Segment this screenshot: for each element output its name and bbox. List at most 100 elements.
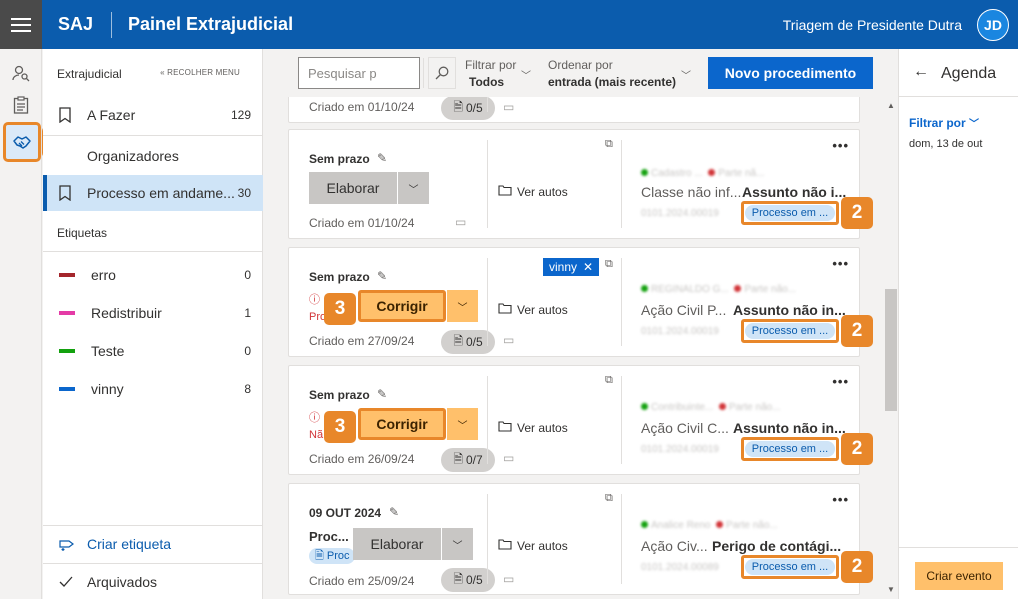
correct-button[interactable]: Corrigir [358, 408, 446, 440]
comment-icon[interactable]: ▭ [503, 100, 514, 114]
procedure-tag-label: Proc [326, 550, 350, 562]
error-text: Nã [309, 429, 324, 441]
more-options-icon[interactable]: ••• [832, 374, 849, 389]
chevron-down-icon: ﹀ [521, 71, 531, 82]
status-label: Processo em ... [745, 205, 835, 221]
tag-label: Redistribuir [91, 305, 162, 321]
process-class: Ação Civil P... [641, 302, 727, 318]
agenda-date: dom, 13 de out [909, 138, 983, 150]
tag-chip-vinny[interactable]: vinny ✕ [543, 258, 600, 276]
deadline-label: Sem prazo [309, 152, 370, 166]
chevron-down-icon[interactable]: ﹀ [441, 528, 473, 560]
tag-label: vinny [91, 381, 124, 397]
new-procedure-button[interactable]: Novo procedimento [708, 57, 873, 89]
agenda-filter-button[interactable]: Filtrar por ﹀ [909, 115, 979, 130]
comment-icon[interactable]: ▭ [503, 451, 514, 465]
tag-color-swatch [59, 387, 75, 391]
status-badge[interactable]: Processo em ... [741, 319, 839, 343]
pencil-icon[interactable]: ✎ [377, 151, 387, 165]
chevron-down-icon[interactable]: ﹀ [397, 172, 429, 204]
sidebar-item-todo[interactable]: A Fazer 129 [43, 98, 263, 132]
more-options-icon[interactable]: ••• [832, 138, 849, 153]
clipboard-icon[interactable] [5, 89, 37, 121]
document-icon: 🗎 [453, 99, 463, 114]
scroll-down-icon[interactable]: ▼ [887, 585, 895, 594]
status-badge[interactable]: Processo em ... [741, 201, 839, 225]
document-icon: 🗎 [453, 333, 463, 348]
user-search-icon[interactable] [5, 57, 37, 89]
chevron-down-icon: ﹀ [969, 119, 980, 130]
scroll-up-icon[interactable]: ▲ [887, 101, 895, 110]
app-title: Painel Extrajudicial [128, 14, 294, 34]
status-badge[interactable]: Processo em ... [741, 437, 839, 461]
create-event-button[interactable]: Criar evento [915, 562, 1003, 590]
created-date: Criado em 01/10/24 [309, 216, 415, 230]
brand-logo[interactable]: SAJ [58, 14, 93, 35]
unit-name[interactable]: Triagem de Presidente Dutra [783, 17, 962, 33]
checkmark-icon [59, 576, 75, 588]
comment-icon[interactable]: ▭ [455, 215, 466, 229]
list-scrollbar[interactable]: ▲ ▼ [884, 97, 898, 599]
chevron-down-icon[interactable]: ﹀ [446, 290, 478, 322]
divider [487, 258, 488, 346]
action-split-button: Elaborar ﹀ [309, 172, 429, 204]
folder-icon [498, 302, 512, 317]
pencil-icon[interactable]: ✎ [377, 387, 387, 401]
view-records-link[interactable]: Ver autos [498, 184, 568, 199]
organizers-heading[interactable]: Organizadores [87, 148, 179, 164]
elaborate-button[interactable]: Elaborar [353, 528, 441, 560]
view-records-link[interactable]: Ver autos [498, 538, 568, 553]
sidebar-tag-redistribuir[interactable]: Redistribuir 1 [43, 296, 263, 330]
divider [621, 140, 622, 228]
divider [43, 135, 263, 136]
sidebar-tag-vinny[interactable]: vinny 8 [43, 372, 263, 406]
handshake-icon[interactable] [3, 122, 41, 162]
view-records-link[interactable]: Ver autos [498, 420, 568, 435]
view-records-link[interactable]: Ver autos [498, 302, 568, 317]
chevron-down-icon[interactable]: ﹀ [446, 408, 478, 440]
calendar-add-icon[interactable]: ⧉ [605, 138, 613, 151]
procedure-card: Criado em 01/10/24 🗎 0/5 ▭ [288, 97, 860, 123]
scroll-thumb[interactable] [885, 289, 897, 411]
elaborate-button[interactable]: Elaborar [309, 172, 397, 204]
pencil-icon[interactable]: ✎ [389, 505, 399, 519]
agenda-title: Agenda [941, 65, 997, 82]
create-tag-button[interactable]: Criar etiqueta [43, 527, 263, 561]
avatar[interactable]: JD [977, 9, 1009, 41]
sidebar-tag-teste[interactable]: Teste 0 [43, 334, 263, 368]
pencil-icon[interactable]: ✎ [377, 269, 387, 283]
calendar-add-icon[interactable]: ⧉ [605, 374, 613, 387]
created-date: Criado em 01/10/24 [309, 100, 415, 114]
collapse-menu-button[interactable]: « RECOLHER MENU [160, 68, 240, 77]
divider [621, 376, 622, 464]
brand-divider [111, 12, 112, 38]
documents-count: 0/5 [465, 101, 483, 115]
more-options-icon[interactable]: ••• [832, 256, 849, 271]
comment-icon[interactable]: ▭ [503, 572, 514, 586]
arrow-left-icon[interactable]: ← [913, 63, 929, 81]
close-icon[interactable]: ✕ [583, 260, 593, 274]
calendar-add-icon[interactable]: ⧉ [605, 258, 613, 271]
sidebar-tag-erro[interactable]: erro 0 [43, 258, 263, 292]
calendar-add-icon[interactable]: ⧉ [605, 492, 613, 505]
left-rail [0, 49, 42, 599]
status-label: Processo em ... [745, 441, 835, 457]
divider [43, 563, 263, 564]
status-label: Processo em ... [745, 323, 835, 339]
sort-value: entrada (mais recente) [548, 75, 677, 89]
correct-button[interactable]: Corrigir [358, 290, 446, 322]
search-icon[interactable] [428, 57, 456, 89]
divider [43, 525, 263, 526]
tag-label: Teste [91, 343, 125, 359]
search-input[interactable]: Pesquisar p ••• [298, 57, 446, 89]
divider [43, 251, 263, 252]
process-subject: Assunto não i... [742, 184, 847, 200]
collapse-menu-label: RECOLHER MENU [167, 68, 240, 77]
menu-icon[interactable] [0, 0, 42, 49]
archived-button[interactable]: Arquivados [43, 565, 263, 599]
sidebar-item-in-progress[interactable]: Processo em andame... 30 [43, 175, 263, 211]
status-badge[interactable]: Processo em ... [741, 555, 839, 579]
divider [487, 376, 488, 464]
more-options-icon[interactable]: ••• [832, 492, 849, 507]
comment-icon[interactable]: ▭ [503, 333, 514, 347]
